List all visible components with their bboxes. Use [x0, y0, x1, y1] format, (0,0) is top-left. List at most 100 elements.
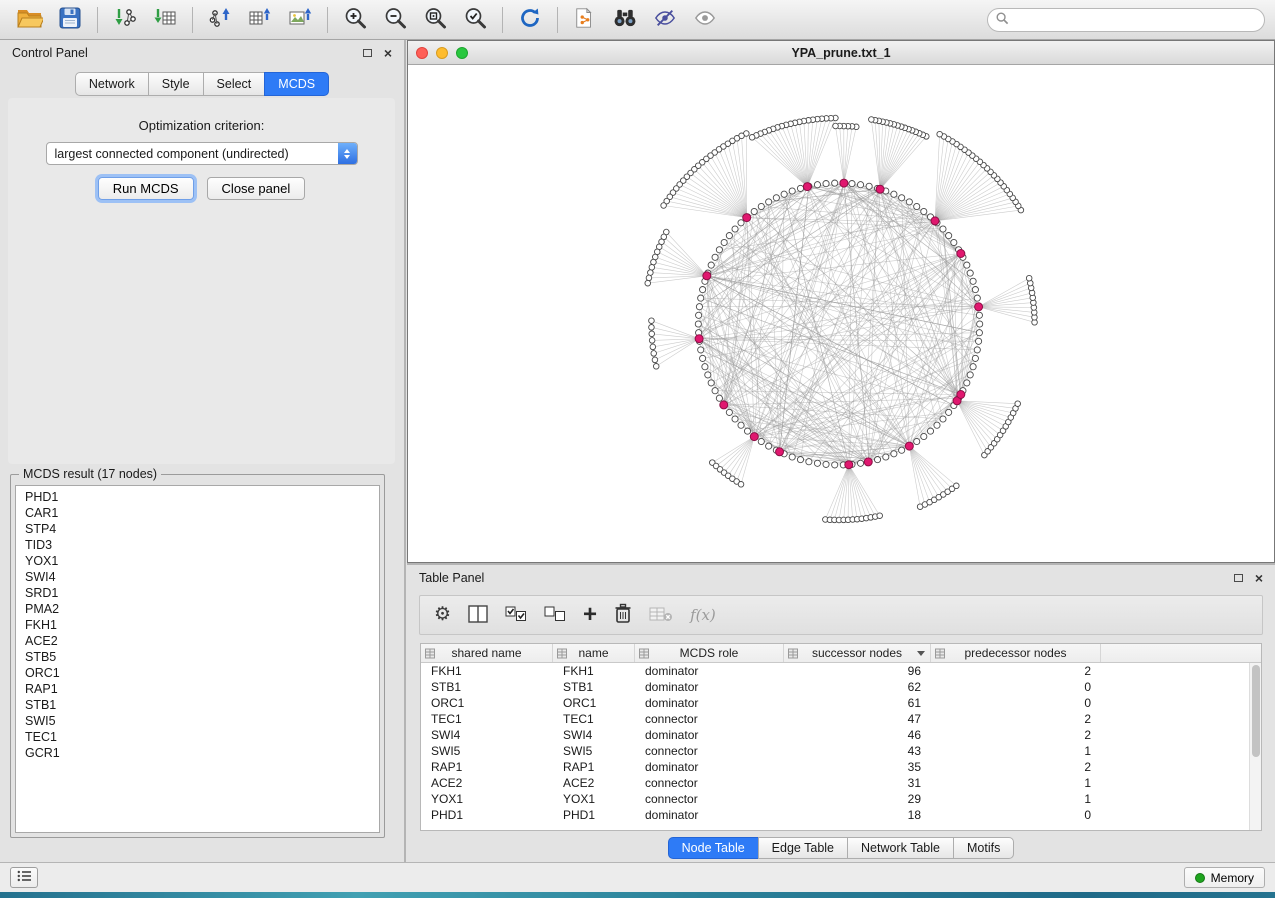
mcds-result-item[interactable]: ORC1	[16, 665, 379, 681]
mcds-result-item[interactable]: RAP1	[16, 681, 379, 697]
desktop-wallpaper	[0, 892, 1275, 898]
show-columns-button[interactable]	[468, 601, 488, 629]
table-row[interactable]: ORC1ORC1dominator610	[421, 695, 1261, 711]
table-row[interactable]: RAP1RAP1dominator352	[421, 759, 1261, 775]
table-scrollbar[interactable]	[1249, 663, 1261, 830]
table-row[interactable]: STB1STB1dominator620	[421, 679, 1261, 695]
table-row[interactable]: PHD1PHD1dominator180	[421, 807, 1261, 823]
column-header-shared-name[interactable]: shared name	[421, 644, 553, 662]
export-image-button[interactable]	[280, 3, 320, 37]
mcds-result-item[interactable]: STB5	[16, 649, 379, 665]
table-settings-button[interactable]: ⚙	[434, 601, 451, 629]
zoom-selected-button[interactable]	[455, 3, 495, 37]
optimization-dropdown[interactable]: largest connected component (undirected)	[46, 142, 358, 165]
column-header-name[interactable]: name	[553, 644, 635, 662]
mcds-result-item[interactable]: ACE2	[16, 633, 379, 649]
table-panel-header: Table Panel ×	[407, 565, 1275, 591]
mcds-result-item[interactable]: TEC1	[16, 729, 379, 745]
table-panel-title: Table Panel	[419, 571, 484, 585]
search-input[interactable]	[1015, 13, 1256, 27]
add-column-button[interactable]: +	[583, 601, 597, 629]
control-panel: Control Panel × NetworkStyleSelectMCDS O…	[0, 40, 406, 862]
toolbar-separator	[502, 7, 503, 33]
maximize-window-icon[interactable]	[456, 47, 468, 59]
column-label: predecessor nodes	[964, 646, 1066, 660]
close-panel-icon[interactable]: ×	[384, 48, 392, 58]
column-header-successor-nodes[interactable]: successor nodes	[784, 644, 931, 662]
table-row[interactable]: FKH1FKH1dominator962	[421, 663, 1261, 679]
zoom-in-button[interactable]	[335, 3, 375, 37]
table-grid-icon	[425, 648, 435, 662]
import-table-button[interactable]	[145, 3, 185, 37]
control-panel-title: Control Panel	[12, 46, 88, 60]
cell-name: ORC1	[553, 696, 635, 710]
cell-name: PHD1	[553, 808, 635, 822]
import-network-button[interactable]	[105, 3, 145, 37]
table-row[interactable]: SWI4SWI4dominator462	[421, 727, 1261, 743]
column-header-MCDS-role[interactable]: MCDS role	[635, 644, 784, 662]
mcds-result-list[interactable]: PHD1CAR1STP4TID3YOX1SWI4SRD1PMA2FKH1ACE2…	[15, 485, 380, 833]
zoom-fit-button[interactable]	[415, 3, 455, 37]
mcds-result-title: MCDS result (17 nodes)	[19, 467, 161, 481]
minimize-window-icon[interactable]	[436, 47, 448, 59]
status-menu-button[interactable]	[10, 867, 38, 888]
table-row[interactable]: YOX1YOX1connector291	[421, 791, 1261, 807]
node-table-body: FKH1FKH1dominator962STB1STB1dominator620…	[421, 663, 1261, 823]
tab-select[interactable]: Select	[203, 72, 266, 96]
mcds-result-item[interactable]: SWI4	[16, 569, 379, 585]
run-mcds-button[interactable]: Run MCDS	[98, 177, 194, 200]
save-session-button[interactable]	[50, 3, 90, 37]
deselect-all-button[interactable]	[544, 601, 566, 629]
float-panel-icon[interactable]	[363, 49, 372, 57]
table-row[interactable]: TEC1TEC1connector472	[421, 711, 1261, 727]
search-box[interactable]	[987, 8, 1265, 32]
float-table-panel-icon[interactable]	[1234, 574, 1243, 582]
cell-mcds-role: dominator	[635, 664, 784, 678]
mcds-result-item[interactable]: SRD1	[16, 585, 379, 601]
select-all-button[interactable]	[505, 601, 527, 629]
mcds-result-item[interactable]: STB1	[16, 697, 379, 713]
table-scrollbar-thumb[interactable]	[1252, 665, 1260, 757]
table-row[interactable]: ACE2ACE2connector311	[421, 775, 1261, 791]
cell-name: TEC1	[553, 712, 635, 726]
mcds-result-item[interactable]: GCR1	[16, 745, 379, 761]
cell-shared-name: TEC1	[421, 712, 553, 726]
tab-edge-table[interactable]: Edge Table	[758, 837, 848, 859]
open-file-button[interactable]	[10, 3, 50, 37]
column-header-predecessor-nodes[interactable]: predecessor nodes	[931, 644, 1101, 662]
table-row[interactable]: SWI5SWI5connector431	[421, 743, 1261, 759]
tab-network-table[interactable]: Network Table	[847, 837, 954, 859]
tab-network[interactable]: Network	[75, 72, 149, 96]
mcds-result-item[interactable]: PMA2	[16, 601, 379, 617]
memory-button[interactable]: Memory	[1184, 867, 1265, 888]
delete-column-button[interactable]	[614, 601, 632, 629]
tab-style[interactable]: Style	[148, 72, 204, 96]
column-menu-caret[interactable]	[917, 651, 925, 656]
tab-motifs[interactable]: Motifs	[953, 837, 1014, 859]
mcds-result-item[interactable]: SWI5	[16, 713, 379, 729]
mcds-result-item[interactable]: CAR1	[16, 505, 379, 521]
memory-status-icon	[1195, 873, 1205, 883]
floppy-icon	[59, 7, 81, 32]
search-network-button[interactable]	[605, 3, 645, 37]
mcds-result-item[interactable]: PHD1	[16, 489, 379, 505]
hide-selected-button[interactable]	[645, 3, 685, 37]
export-network-button[interactable]	[200, 3, 240, 37]
zoom-out-button[interactable]	[375, 3, 415, 37]
cell-name: FKH1	[553, 664, 635, 678]
tab-node-table[interactable]: Node Table	[668, 837, 759, 859]
refresh-button[interactable]	[510, 3, 550, 37]
tab-mcds[interactable]: MCDS	[264, 72, 329, 96]
close-mcds-panel-button[interactable]: Close panel	[207, 177, 306, 200]
mcds-result-item[interactable]: YOX1	[16, 553, 379, 569]
close-window-icon[interactable]	[416, 47, 428, 59]
network-canvas[interactable]	[408, 65, 1274, 562]
export-table-button[interactable]	[240, 3, 280, 37]
close-table-panel-icon[interactable]: ×	[1255, 573, 1263, 583]
mcds-result-item[interactable]: STP4	[16, 521, 379, 537]
show-all-button[interactable]	[685, 3, 725, 37]
network-graph[interactable]	[408, 65, 1274, 562]
mcds-result-item[interactable]: FKH1	[16, 617, 379, 633]
share-document-button[interactable]	[565, 3, 605, 37]
mcds-result-item[interactable]: TID3	[16, 537, 379, 553]
